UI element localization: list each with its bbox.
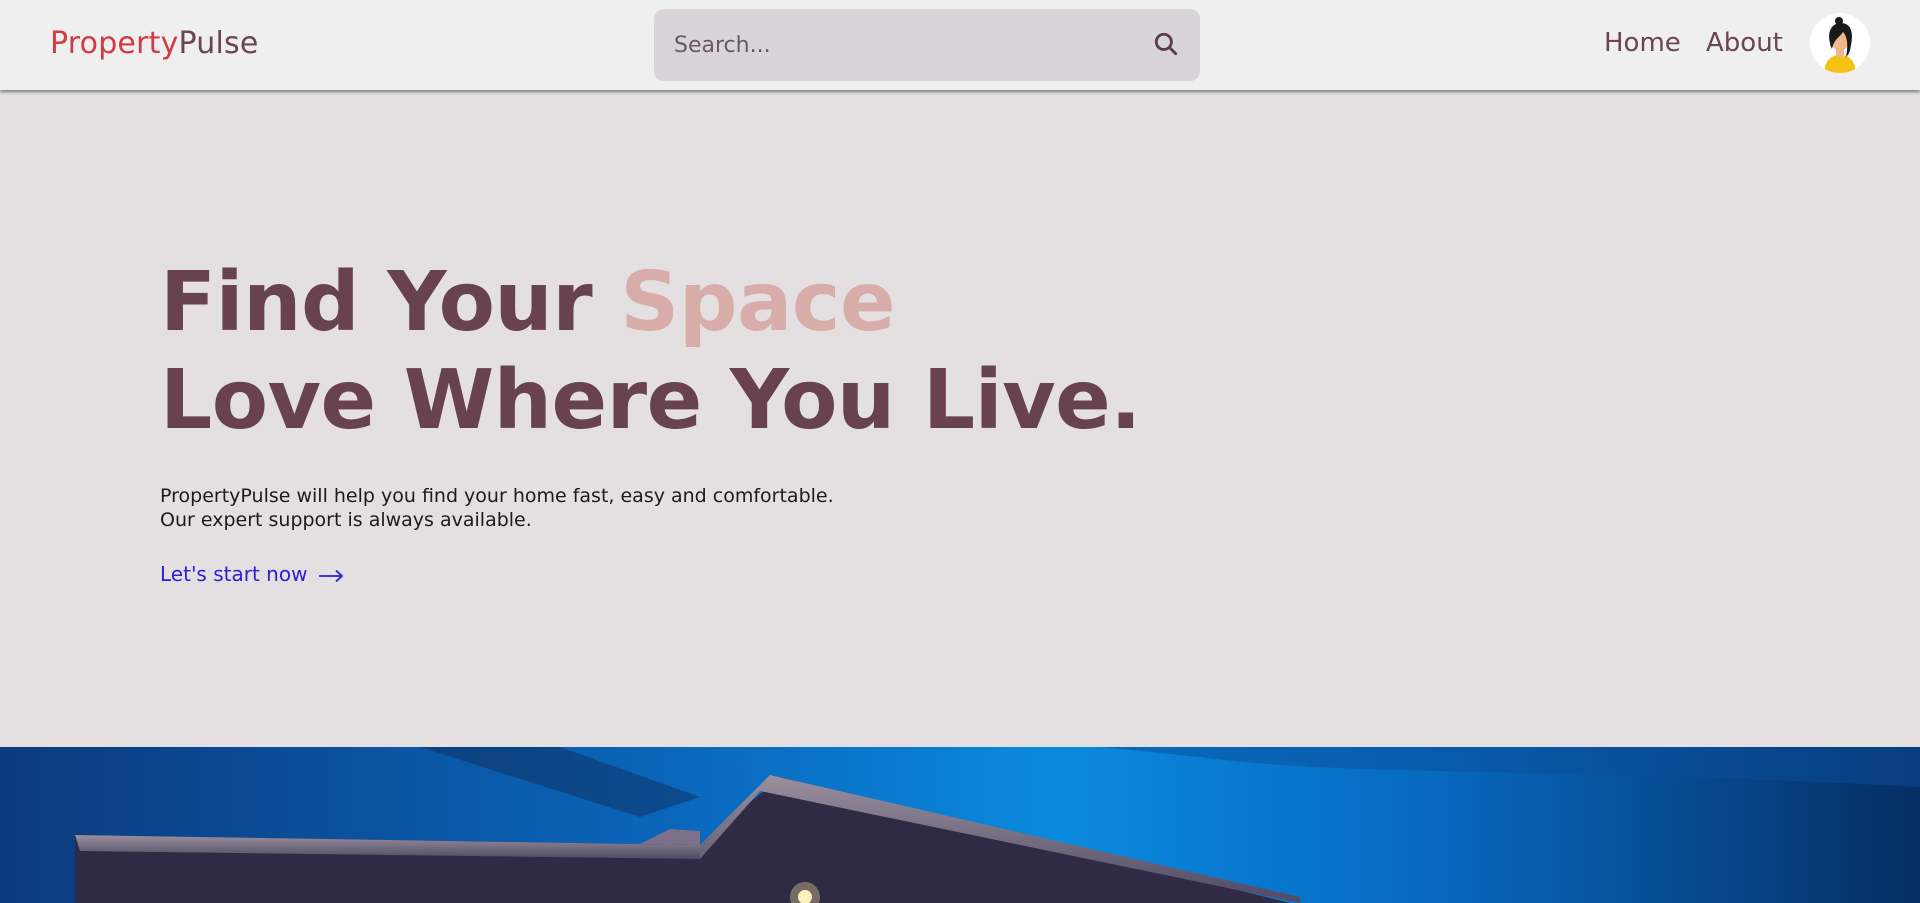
brand-logo-part1: Property bbox=[50, 26, 179, 61]
start-now-link[interactable]: Let's start now bbox=[160, 562, 344, 586]
nav-link-home[interactable]: Home bbox=[1604, 28, 1681, 58]
hero-description-line2: Our expert support is always available. bbox=[160, 509, 532, 531]
hero-description-line1: PropertyPulse will help you find your ho… bbox=[160, 485, 834, 507]
search-input[interactable] bbox=[674, 9, 1134, 81]
hero-title-line2: Love Where You Live. bbox=[160, 353, 1141, 448]
user-avatar-icon bbox=[1810, 13, 1870, 73]
hero-title: Find Your Space Love Where You Live. bbox=[160, 254, 1141, 450]
hero-description: PropertyPulse will help you find your ho… bbox=[160, 484, 834, 532]
hero-title-accent: Space bbox=[620, 255, 896, 350]
start-now-label: Let's start now bbox=[160, 562, 308, 586]
arrow-right-icon bbox=[318, 569, 344, 582]
top-navbar: PropertyPulse Home About bbox=[0, 0, 1920, 90]
house-exterior-illustration bbox=[0, 747, 1920, 903]
brand-logo-part2: Pulse bbox=[178, 26, 259, 61]
search-bar bbox=[654, 9, 1200, 81]
house-banner-image bbox=[0, 747, 1920, 903]
brand-logo[interactable]: PropertyPulse bbox=[50, 26, 259, 61]
nav-link-about[interactable]: About bbox=[1706, 28, 1783, 58]
search-button[interactable] bbox=[1150, 29, 1182, 61]
hero-title-line1: Find Your Space bbox=[160, 255, 896, 350]
user-avatar[interactable] bbox=[1810, 13, 1870, 73]
search-icon bbox=[1154, 32, 1178, 55]
